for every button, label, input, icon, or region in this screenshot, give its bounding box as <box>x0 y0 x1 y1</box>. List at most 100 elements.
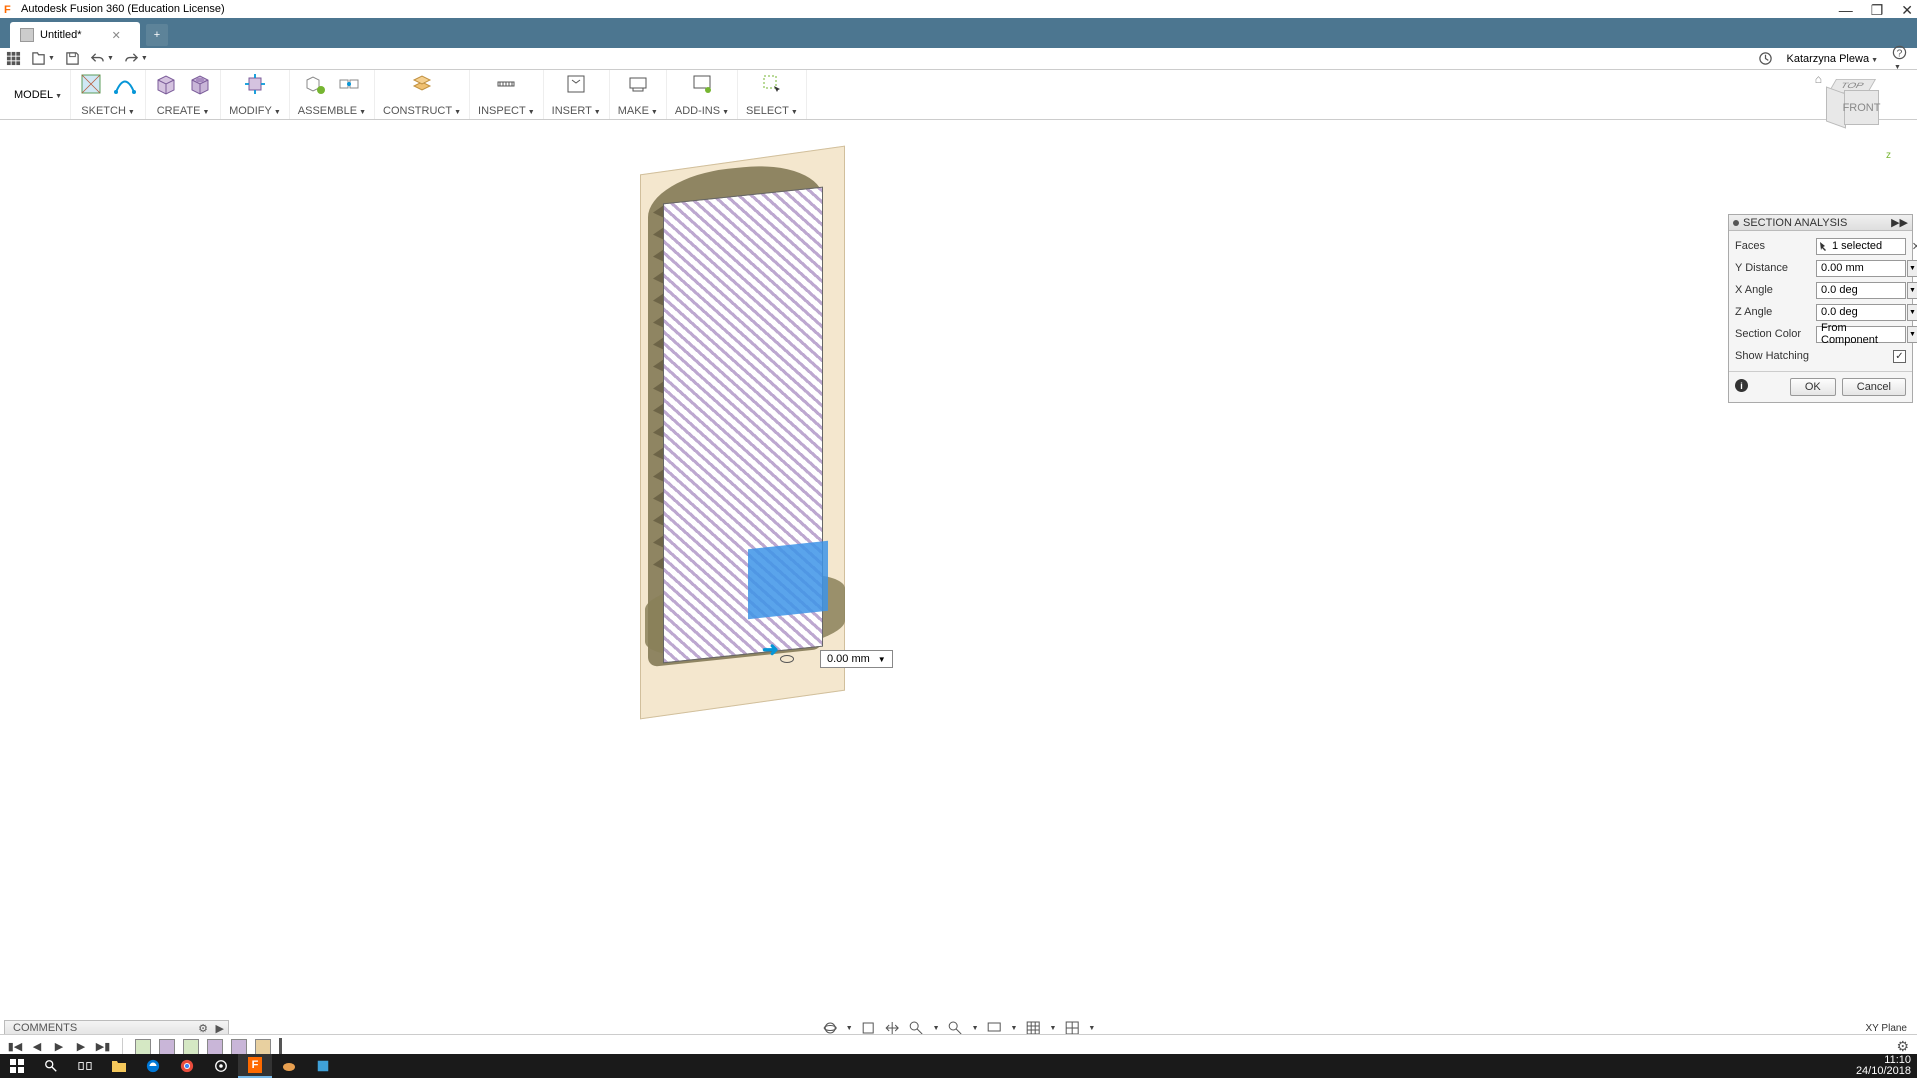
row-faces: Faces 1 selected ✕ <box>1735 235 1906 257</box>
faces-selection[interactable]: 1 selected ✕ <box>1816 238 1906 255</box>
cancel-button[interactable]: Cancel <box>1842 378 1906 396</box>
ribbon-group-construct: CONSTRUCT▼ <box>375 70 470 119</box>
close-button[interactable]: ✕ <box>1901 2 1913 19</box>
show-hatching-checkbox[interactable]: ✓ <box>1893 350 1906 363</box>
ribbon-label[interactable]: SELECT▼ <box>746 105 798 117</box>
paint-icon[interactable] <box>272 1054 306 1078</box>
timeline-settings-icon[interactable]: ⚙ <box>1896 1038 1909 1055</box>
z-angle-input[interactable]: 0.0 deg▼ <box>1816 304 1906 321</box>
ribbon-label[interactable]: SKETCH▼ <box>81 105 135 117</box>
undo-button[interactable]: ▼ <box>90 51 114 66</box>
gear-icon[interactable]: ⚙ <box>198 1022 208 1035</box>
file-menu[interactable]: ▼ <box>31 51 55 66</box>
document-tab[interactable]: Untitled* ✕ <box>10 22 140 48</box>
redo-button[interactable]: ▼ <box>124 51 148 66</box>
print-3d-icon[interactable] <box>626 72 650 96</box>
tab-close-button[interactable]: ✕ <box>112 29 121 42</box>
timeline-feature[interactable] <box>207 1039 223 1055</box>
app-icon[interactable] <box>306 1054 340 1078</box>
measure-icon[interactable] <box>494 72 518 96</box>
workspace-switcher[interactable]: MODEL▼ <box>6 70 71 119</box>
expand-icon[interactable]: ▶ <box>216 1022 224 1035</box>
ok-button[interactable]: OK <box>1790 378 1836 396</box>
ribbon-label[interactable]: MODIFY▼ <box>229 105 281 117</box>
info-icon[interactable]: i <box>1735 379 1748 392</box>
viewcube-front[interactable]: FRONT <box>1844 90 1879 125</box>
timeline-feature[interactable] <box>159 1039 175 1055</box>
ribbon-group-select: SELECT▼ <box>738 70 807 119</box>
app-icon[interactable] <box>204 1054 238 1078</box>
extrude-icon[interactable] <box>188 72 212 96</box>
y-distance-input[interactable]: 0.00 mm▼ <box>1816 260 1906 277</box>
box-icon[interactable] <box>154 72 178 96</box>
ribbon-label[interactable]: CONSTRUCT▼ <box>383 105 461 117</box>
clock-date: 24/10/2018 <box>1856 1066 1911 1077</box>
timeline-feature[interactable] <box>231 1039 247 1055</box>
row-section-color: Section Color From Component▼ <box>1735 323 1906 345</box>
fusion-icon[interactable]: F <box>238 1054 272 1078</box>
ribbon-label[interactable]: INSPECT▼ <box>478 105 535 117</box>
viewcube[interactable]: TOP FRONT <box>1822 74 1887 139</box>
ribbon-group-make: MAKE▼ <box>610 70 667 119</box>
scripts-icon[interactable] <box>690 72 714 96</box>
help-button[interactable]: ?▼ <box>1892 45 1907 72</box>
timeline-start-icon[interactable]: ▮◀ <box>8 1040 22 1054</box>
home-view-icon[interactable]: ⌂ <box>1815 72 1822 86</box>
timeline-feature[interactable] <box>183 1039 199 1055</box>
field-label: Faces <box>1735 240 1816 252</box>
timeline-feature[interactable] <box>135 1039 151 1055</box>
insert-derive-icon[interactable] <box>564 72 588 96</box>
user-menu[interactable]: Katarzyna Plewa▼ <box>1787 53 1878 65</box>
manipulator-eye-icon[interactable] <box>780 655 794 663</box>
line-icon[interactable] <box>113 72 137 96</box>
window-titlebar: F Autodesk Fusion 360 (Education License… <box>0 0 1917 18</box>
maximize-button[interactable]: ❐ <box>1871 2 1884 19</box>
data-panel-button[interactable] <box>6 51 21 66</box>
save-button[interactable] <box>65 51 80 66</box>
timeline-back-icon[interactable]: ◀ <box>30 1040 44 1054</box>
system-tray[interactable]: 11:10 24/10/2018 <box>1856 1055 1911 1077</box>
selected-face[interactable] <box>748 541 828 619</box>
clear-selection-button[interactable]: ✕ <box>1912 240 1917 253</box>
selection-status: XY Plane <box>1865 1023 1907 1034</box>
start-button[interactable] <box>0 1054 34 1078</box>
timeline-feature[interactable] <box>255 1039 271 1055</box>
ribbon-label[interactable]: ASSEMBLE▼ <box>298 105 366 117</box>
file-explorer-icon[interactable] <box>102 1054 136 1078</box>
ribbon-group-assemble: ASSEMBLE▼ <box>290 70 375 119</box>
minimize-button[interactable]: — <box>1839 2 1853 19</box>
new-component-icon[interactable] <box>303 72 327 96</box>
press-pull-icon[interactable] <box>243 72 267 96</box>
search-icon[interactable] <box>34 1054 68 1078</box>
section-color-select[interactable]: From Component▼ <box>1816 326 1906 343</box>
timeline-end-icon[interactable]: ▶▮ <box>96 1040 110 1054</box>
timeline-forward-icon[interactable]: ▶ <box>74 1040 88 1054</box>
offset-plane-icon[interactable] <box>410 72 434 96</box>
dropdown-arrow-icon[interactable]: ▼ <box>878 655 886 664</box>
task-view-icon[interactable] <box>68 1054 102 1078</box>
timeline-marker[interactable] <box>279 1038 282 1056</box>
edge-icon[interactable] <box>136 1054 170 1078</box>
panel-header[interactable]: SECTION ANALYSIS ▶▶ <box>1729 215 1912 231</box>
row-y-distance: Y Distance 0.00 mm▼ <box>1735 257 1906 279</box>
collapse-dot-icon[interactable] <box>1733 220 1739 226</box>
expand-icon[interactable]: ▶▶ <box>1891 216 1908 229</box>
x-angle-input[interactable]: 0.0 deg▼ <box>1816 282 1906 299</box>
create-sketch-icon[interactable] <box>79 72 103 96</box>
job-status-icon[interactable] <box>1758 51 1773 66</box>
ribbon-label[interactable]: MAKE▼ <box>618 105 658 117</box>
new-tab-button[interactable]: + <box>146 24 168 46</box>
dimension-input[interactable]: 0.00 mm ▼ <box>820 650 893 668</box>
select-icon[interactable] <box>760 72 784 96</box>
chrome-icon[interactable] <box>170 1054 204 1078</box>
field-label: Show Hatching <box>1735 350 1893 362</box>
timeline-play-icon[interactable]: ▶ <box>52 1040 66 1054</box>
ribbon-label[interactable]: ADD-INS▼ <box>675 105 729 117</box>
ribbon-group-inspect: INSPECT▼ <box>470 70 544 119</box>
dimension-value: 0.00 mm <box>827 653 870 665</box>
viewport-3d[interactable]: ➜ 0.00 mm ▼ <box>0 120 1917 1016</box>
ribbon-label[interactable]: INSERT▼ <box>552 105 601 117</box>
joint-icon[interactable] <box>337 72 361 96</box>
manipulator-arrow[interactable]: ➜ <box>762 637 779 662</box>
ribbon-label[interactable]: CREATE▼ <box>157 105 210 117</box>
